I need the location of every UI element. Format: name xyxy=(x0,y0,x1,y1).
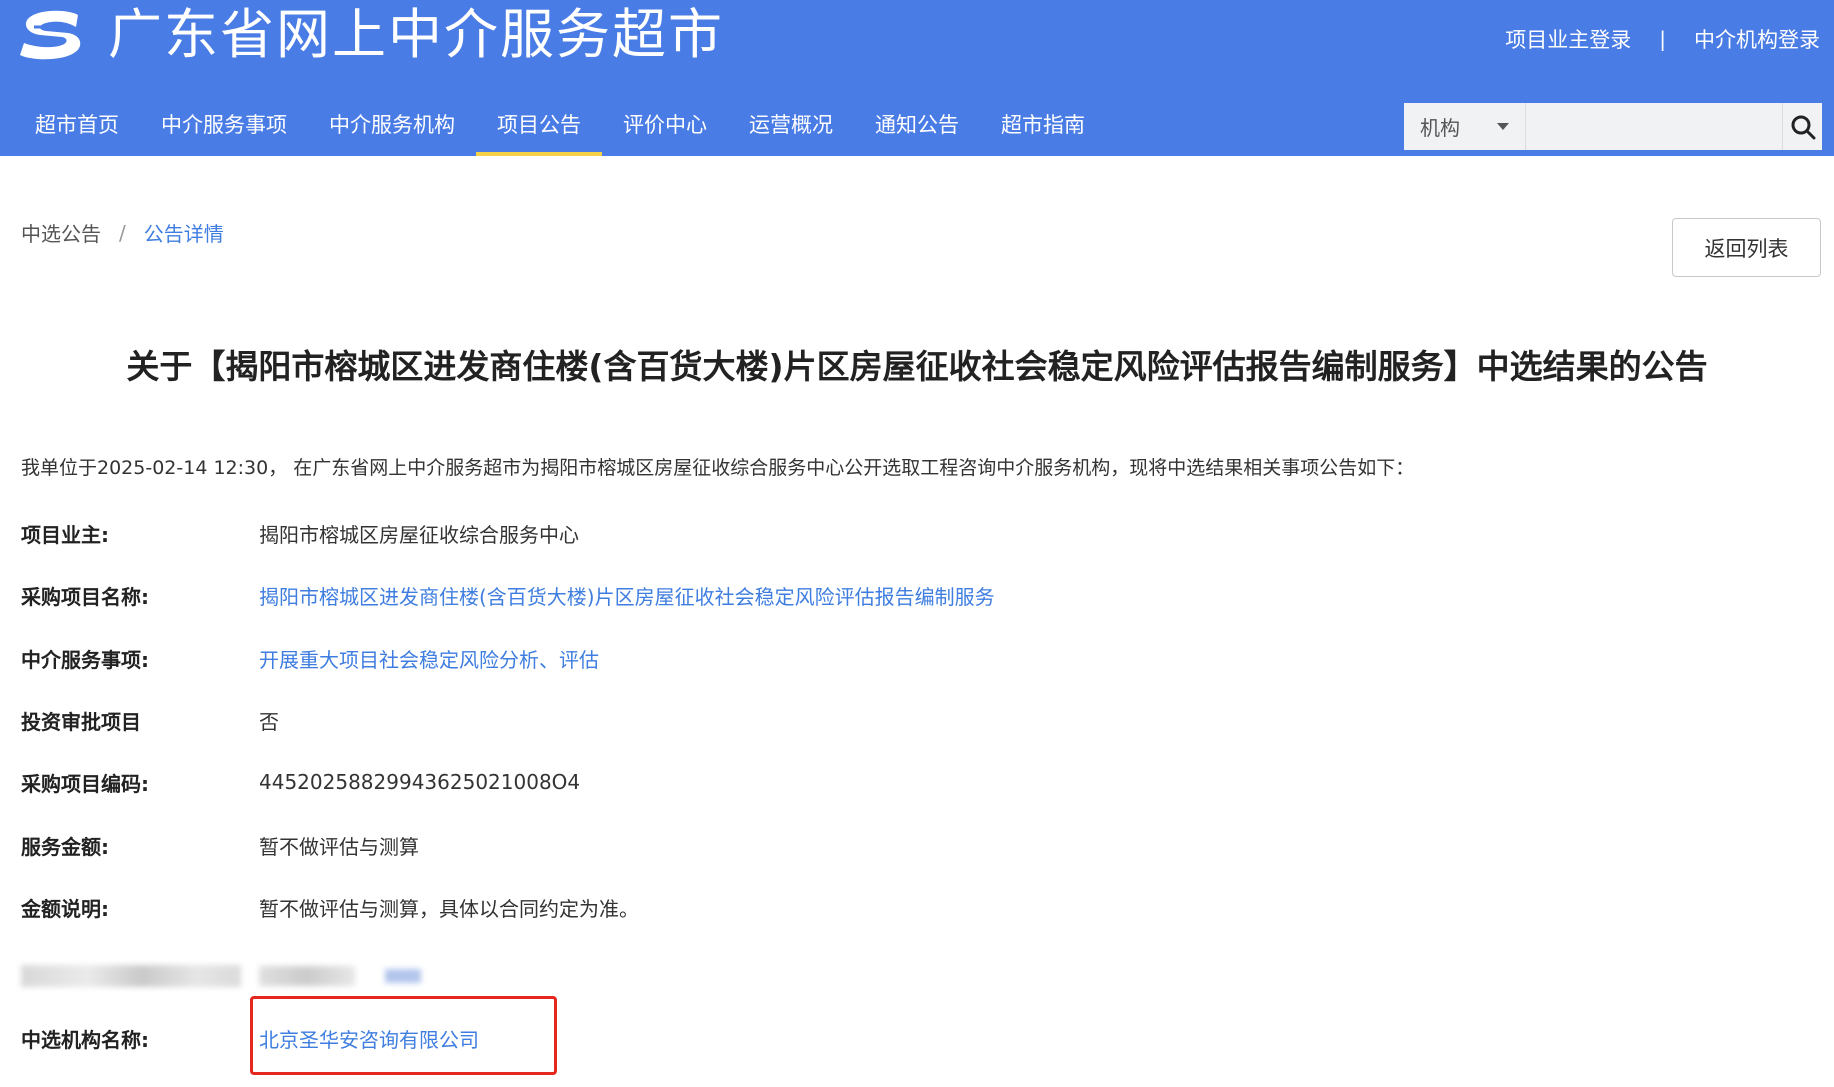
site-title: 广东省网上中介服务超市 xyxy=(108,3,724,66)
redacted-link xyxy=(385,969,421,983)
notice-intro: 我单位于2025-02-14 12:30， 在广东省网上中介服务超市为揭阳市榕城… xyxy=(21,457,1415,479)
nav-item-service-agencies[interactable]: 中介服务机构 xyxy=(308,100,476,156)
breadcrumb: 中选公告 / 公告详情 xyxy=(21,218,224,247)
breadcrumb-parent[interactable]: 中选公告 xyxy=(21,218,101,247)
logo-icon xyxy=(20,10,81,60)
nav-item-evaluation[interactable]: 评价中心 xyxy=(602,100,728,156)
redacted-row xyxy=(21,958,421,994)
search-button[interactable] xyxy=(1782,103,1822,150)
field-value: 暂不做评估与测算 xyxy=(259,834,419,859)
nav-item-guide[interactable]: 超市指南 xyxy=(980,100,1106,156)
login-separator: | xyxy=(1659,27,1666,51)
field-label: 金额说明: xyxy=(21,896,109,921)
main-nav: 超市首页 中介服务事项 中介服务机构 项目公告 评价中心 运营概况 通知公告 超… xyxy=(14,100,1106,156)
field-label: 中选机构名称: xyxy=(21,1027,149,1052)
redacted-label xyxy=(21,965,241,987)
site-header: 广东省网上中介服务超市 项目业主登录 | 中介机构登录 超市首页 中介服务事项 … xyxy=(0,0,1834,156)
nav-item-project-notices[interactable]: 项目公告 xyxy=(476,100,602,156)
chevron-down-icon xyxy=(1497,123,1510,130)
field-value: 揭阳市榕城区房屋征收综合服务中心 xyxy=(259,522,579,547)
owner-login-link[interactable]: 项目业主登录 xyxy=(1505,24,1631,54)
search-input[interactable] xyxy=(1526,103,1783,150)
field-amount-note: 金额说明: 暂不做评估与测算，具体以合同约定为准。 xyxy=(21,892,1811,922)
back-to-list-button[interactable]: 返回列表 xyxy=(1672,218,1821,277)
field-label: 采购项目名称: xyxy=(21,584,149,609)
breadcrumb-separator: / xyxy=(119,220,126,245)
breadcrumb-current: 公告详情 xyxy=(143,222,224,246)
field-value: 否 xyxy=(259,709,279,734)
field-investment-approval: 投资审批项目 否 xyxy=(21,705,1811,735)
search-category-select[interactable]: 机构 xyxy=(1404,103,1527,150)
field-value: 44520258829943625021008O4 xyxy=(259,770,581,794)
search-icon xyxy=(1791,115,1816,139)
search-bar: 机构 xyxy=(1404,103,1822,150)
top-login-links: 项目业主登录 | 中介机构登录 xyxy=(1505,24,1820,54)
redacted-value xyxy=(259,966,355,986)
notice-title: 关于【揭阳市榕城区进发商住楼(含百货大楼)片区房屋征收社会稳定风险评估报告编制服… xyxy=(126,347,1708,386)
field-label: 投资审批项目 xyxy=(21,709,141,734)
field-label: 服务金额: xyxy=(21,834,109,859)
field-value: 暂不做评估与测算，具体以合同约定为准。 xyxy=(259,896,639,921)
field-service-item: 中介服务事项: 开展重大项目社会稳定风险分析、评估 xyxy=(21,643,1811,673)
field-project-name: 采购项目名称: 揭阳市榕城区进发商住楼(含百货大楼)片区房屋征收社会稳定风险评估… xyxy=(21,580,1811,610)
site-logo[interactable]: 广东省网上中介服务超市 xyxy=(18,4,724,66)
field-project-code: 采购项目编码: 44520258829943625021008O4 xyxy=(21,767,1811,797)
highlight-annotation-box xyxy=(250,996,557,1075)
nav-item-home[interactable]: 超市首页 xyxy=(14,100,140,156)
field-label: 采购项目编码: xyxy=(21,771,149,796)
search-category-label: 机构 xyxy=(1420,116,1460,140)
field-project-owner: 项目业主: 揭阳市榕城区房屋征收综合服务中心 xyxy=(21,518,1811,548)
service-item-link[interactable]: 开展重大项目社会稳定风险分析、评估 xyxy=(259,644,599,673)
nav-item-service-items[interactable]: 中介服务事项 xyxy=(140,100,308,156)
nav-item-notifications[interactable]: 通知公告 xyxy=(854,100,980,156)
field-label: 项目业主: xyxy=(21,522,109,547)
project-name-link[interactable]: 揭阳市榕城区进发商住楼(含百货大楼)片区房屋征收社会稳定风险评估报告编制服务 xyxy=(259,581,995,610)
field-service-amount: 服务金额: 暂不做评估与测算 xyxy=(21,830,1811,860)
nav-item-operations[interactable]: 运营概况 xyxy=(728,100,854,156)
agency-login-link[interactable]: 中介机构登录 xyxy=(1694,24,1820,54)
field-label: 中介服务事项: xyxy=(21,647,149,672)
